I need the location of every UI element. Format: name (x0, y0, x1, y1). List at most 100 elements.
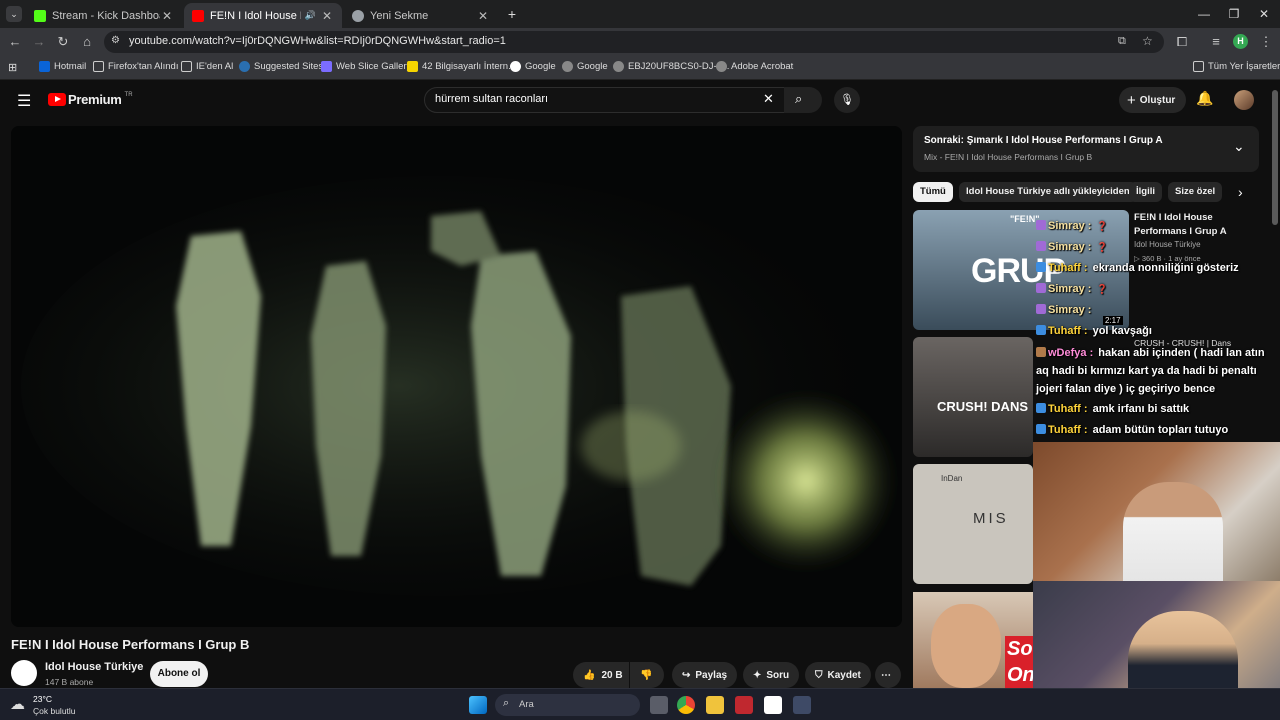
profile-avatar[interactable]: H (1233, 34, 1248, 49)
bookmark-firefox-folder[interactable]: Firefox'tan Alındı (93, 61, 178, 72)
tab-new-tab[interactable]: Yeni Sekme ✕ (344, 3, 498, 28)
chip-from-uploader[interactable]: Idol House Türkiye adlı yükleyiciden (959, 182, 1137, 202)
new-tab-button[interactable]: + (504, 5, 520, 23)
ask-label: Soru (766, 669, 790, 681)
voice-search-button[interactable]: 🎙 (834, 87, 860, 113)
media-control-icon[interactable]: ≡ (1207, 33, 1225, 51)
chrome-icon (352, 9, 364, 22)
tab-youtube-video[interactable]: FE!N I Idol House Performans 🔊 ✕ (184, 3, 342, 28)
create-label: Oluştur (1139, 94, 1176, 106)
browser-tab-strip: ⌄ Stream - Kick Dashboard ✕ FE!N I Idol … (0, 0, 1280, 28)
site-info-icon[interactable]: ⚙ (111, 35, 120, 46)
all-bookmarks[interactable]: Tüm Yer İşaretleri (1193, 61, 1280, 72)
video-title: FE!N I Idol House Performans I Grup B (11, 637, 250, 652)
chrome-taskbar-icon[interactable] (677, 696, 695, 714)
chip-all[interactable]: Tümü (913, 182, 953, 202)
close-icon[interactable]: ✕ (160, 9, 174, 23)
video-player[interactable] (11, 126, 902, 627)
close-window-button[interactable]: ✕ (1249, 4, 1279, 24)
restore-button[interactable]: ❐ (1219, 4, 1249, 24)
menu-kebab-icon[interactable]: ⋮ (1257, 33, 1275, 51)
bookmark-star-icon[interactable]: ☆ (1142, 34, 1153, 48)
bookmark-label: Adobe Acrobat (731, 61, 794, 72)
install-app-icon[interactable]: ⧉ (1118, 35, 1126, 48)
forward-button[interactable]: → (30, 33, 48, 51)
apps-grid-icon[interactable]: ⊞ (8, 61, 17, 74)
create-button[interactable]: + Oluştur (1119, 87, 1186, 113)
youtube-logo[interactable]: Premium TR (48, 92, 133, 107)
voicemeeter-icon[interactable] (735, 696, 753, 714)
folder-icon (93, 61, 104, 72)
task-view-icon[interactable] (650, 696, 668, 714)
like-count: 20 B (601, 669, 623, 681)
tab-search-button[interactable]: ⌄ (6, 6, 22, 22)
address-bar[interactable]: ⚙ youtube.com/watch?v=Ij0rDQNGWHw&list=R… (104, 31, 1164, 53)
hamburger-menu-icon[interactable]: ☰ (17, 91, 31, 111)
bookmark-google-1[interactable]: Google (510, 61, 556, 72)
close-icon[interactable]: ✕ (476, 9, 490, 23)
file-explorer-icon[interactable] (706, 696, 724, 714)
bookmark-web-slice[interactable]: Web Slice Gallery (321, 61, 411, 72)
more-actions-button[interactable]: ⋯ (875, 662, 901, 688)
notifications-bell-icon[interactable]: 🔔 (1196, 90, 1213, 107)
speaker-icon[interactable]: 🔊 (305, 10, 316, 21)
chat-username: Tuhaff : (1048, 424, 1088, 436)
folder-icon (181, 61, 192, 72)
face-figure (931, 604, 1001, 688)
bookmark-icon: ⛉ (815, 669, 823, 681)
chat-emote-icon: ❓ (1096, 221, 1108, 231)
chat-username: Tuhaff : (1048, 403, 1088, 415)
channel-name[interactable]: Idol House Türkiye (45, 661, 143, 673)
globe-icon (613, 61, 624, 72)
bookmark-suggested-sites[interactable]: Suggested Sites (239, 61, 323, 72)
up-next-panel[interactable]: Sonraki: Şımarık I Idol House Performans… (913, 126, 1259, 172)
chat-text: amk irfanı bi sattık (1089, 403, 1190, 415)
chevron-down-icon[interactable]: ⌄ (1233, 138, 1245, 155)
like-button[interactable]: 👍 20 B (573, 662, 629, 688)
chip-for-you[interactable]: Size özel (1168, 182, 1223, 202)
taskbar-search-box[interactable]: ⌕ Ara (495, 694, 640, 716)
bookmark-hotmail[interactable]: Hotmail (39, 61, 86, 72)
start-windows-icon[interactable] (469, 696, 487, 714)
rec-title[interactable]: FE!N I Idol House Performans I Grup A (1134, 211, 1264, 239)
ndi-icon[interactable] (764, 696, 782, 714)
scrollbar[interactable] (1272, 90, 1278, 225)
subscribe-button[interactable]: Abone ol (150, 661, 208, 687)
extensions-icon[interactable]: ⧠ (1173, 33, 1191, 51)
bookmark-label: Tüm Yer İşaretleri (1208, 61, 1280, 72)
clear-search-icon[interactable]: ✕ (763, 91, 774, 107)
weather-cloud-icon[interactable]: ☁ (10, 695, 25, 713)
share-button[interactable]: ↪ Paylaş (672, 662, 737, 688)
logo-region: TR (124, 91, 133, 98)
bookmark-ie-folder[interactable]: IE'den Al (181, 61, 233, 72)
bookmark-google-2[interactable]: Google (562, 61, 608, 72)
home-button[interactable]: ⌂ (78, 33, 96, 51)
chat-message: Simray : ❓ (1036, 283, 1108, 295)
chevron-right-icon[interactable]: › (1238, 184, 1243, 200)
search-button[interactable]: ⌕ (784, 87, 822, 113)
search-input[interactable]: hürrem sultan raconları ✕ (424, 87, 786, 113)
microphone-icon: 🎙 (840, 94, 854, 106)
bookmark-42-bilgisayarli[interactable]: 42 Bilgisayarlı İntern... (407, 61, 516, 72)
weather-desc: Çok bulutlu (33, 706, 76, 716)
chip-related[interactable]: İlgili (1129, 182, 1162, 202)
search-icon: ⌕ (503, 697, 510, 709)
back-button[interactable]: ← (6, 33, 24, 51)
reload-button[interactable]: ↻ (54, 33, 72, 51)
bookmark-adobe[interactable]: Adobe Acrobat (716, 61, 793, 72)
rec-thumbnail[interactable]: CRUSH! DANS (913, 337, 1033, 457)
ask-button[interactable]: ✦ Soru (743, 662, 799, 688)
tab-kick-dashboard[interactable]: Stream - Kick Dashboard ✕ (26, 3, 182, 28)
minimize-button[interactable]: — (1189, 4, 1219, 24)
webcam-left: So On (913, 592, 1033, 688)
user-avatar[interactable] (1234, 90, 1254, 110)
rec-thumbnail[interactable]: InDan MIS (913, 464, 1033, 584)
close-icon[interactable]: ✕ (320, 9, 334, 23)
save-button[interactable]: ⛉ Kaydet (805, 662, 871, 688)
bookmark-ebj[interactable]: EBJ20UF8BCS0-DJ-F... (613, 61, 729, 72)
bookmark-label: Hotmail (54, 61, 87, 72)
channel-avatar[interactable] (11, 660, 37, 686)
obs-icon[interactable] (793, 696, 811, 714)
dislike-button[interactable]: 👎 (630, 662, 664, 688)
globe-icon (562, 61, 573, 72)
